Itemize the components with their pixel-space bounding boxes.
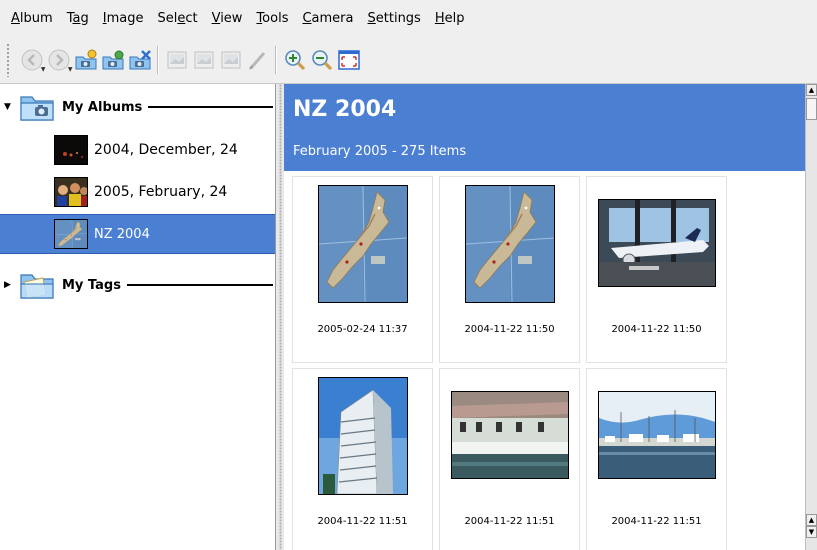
photo-preview	[597, 391, 716, 479]
album-properties-icon[interactable]	[101, 48, 125, 72]
image-thumbnail-item[interactable]: 2004-11-22 11:51	[439, 368, 580, 550]
section-divider	[126, 284, 273, 286]
menu-album[interactable]: Album	[4, 11, 60, 26]
toolbar-grip-handle[interactable]	[6, 42, 10, 77]
album-banner: NZ 2004 February 2005 - 275 Items	[284, 84, 805, 171]
menu-tag[interactable]: Tag	[60, 11, 96, 26]
zoom-in-icon[interactable]	[283, 48, 307, 72]
image-thumbnail-item[interactable]: 2004-11-22 11:51	[586, 368, 727, 550]
toolbar: ▼ ▼	[0, 36, 817, 84]
expand-arrow-icon[interactable]: ▶	[4, 280, 16, 290]
menu-settings[interactable]: Settings	[361, 11, 428, 26]
menubar: Album Tag Image Select View Tools Camera Settin…	[0, 0, 817, 36]
dropdown-arrow-icon[interactable]: ▼	[68, 66, 73, 73]
album-icon-view: NZ 2004 February 2005 - 275 Items 2005-0…	[284, 84, 805, 550]
toolbar-separator	[275, 45, 277, 74]
photo-preview	[317, 185, 408, 303]
zoom-out-icon[interactable]	[310, 48, 334, 72]
menu-select[interactable]: Select	[150, 11, 204, 26]
new-album-icon[interactable]	[74, 48, 98, 72]
photo-preview	[597, 199, 716, 287]
photo-date-caption: 2004-11-22 11:51	[317, 516, 408, 527]
my-tags-label: My Tags	[62, 277, 121, 293]
menu-camera[interactable]: Camera	[295, 11, 360, 26]
scroll-up-arrow-icon[interactable]: ▲	[806, 514, 817, 526]
image-thumbnail-item[interactable]: 2004-11-22 11:50	[439, 176, 580, 363]
view-image-icon[interactable]	[165, 48, 189, 72]
album-tree-panel: ▼ My Albums 2004, December, 24 2005, Febr…	[0, 84, 275, 550]
scrollbar-thumb[interactable]	[806, 98, 817, 120]
photo-preview	[450, 391, 569, 479]
photo-date-caption: 2004-11-22 11:51	[464, 516, 555, 527]
back-icon[interactable]: ▼	[20, 48, 46, 73]
photo-date-caption: 2004-11-22 11:51	[611, 516, 702, 527]
album-item[interactable]: 2004, December, 24	[0, 130, 275, 170]
image-thumbnail-item[interactable]: 2004-11-22 11:50	[586, 176, 727, 363]
comment-icon[interactable]	[246, 48, 270, 72]
image-thumbnail-item[interactable]: 2005-02-24 11:37	[292, 176, 433, 363]
album-label: NZ 2004	[94, 226, 150, 242]
album-thumbnail	[54, 177, 88, 207]
edit-image-icon[interactable]	[192, 48, 216, 72]
album-label: 2005, February, 24	[94, 184, 228, 200]
scroll-up-arrow-icon[interactable]: ▲	[806, 84, 817, 96]
photo-date-caption: 2004-11-22 11:50	[611, 324, 702, 335]
delete-album-icon[interactable]	[128, 48, 152, 72]
dropdown-arrow-icon[interactable]: ▼	[41, 66, 46, 73]
photo-date-caption: 2004-11-22 11:50	[464, 324, 555, 335]
image-thumbnail-item[interactable]: 2004-11-22 11:51	[292, 368, 433, 550]
photo-date-caption: 2005-02-24 11:37	[317, 324, 408, 335]
album-item[interactable]: 2005, February, 24	[0, 172, 275, 212]
section-divider	[148, 106, 273, 108]
pane-splitter[interactable]	[275, 84, 284, 550]
my-tags-section[interactable]: ▶ My Tags	[0, 266, 275, 304]
photo-preview	[317, 377, 408, 495]
toolbar-separator	[157, 45, 159, 74]
delete-image-icon[interactable]	[219, 48, 243, 72]
scroll-down-arrow-icon[interactable]: ▼	[806, 526, 817, 538]
album-subtitle: February 2005 - 275 Items	[293, 144, 467, 159]
menu-image[interactable]: Image	[96, 11, 151, 26]
photo-preview	[464, 185, 555, 303]
menu-tools[interactable]: Tools	[249, 11, 295, 26]
album-label: 2004, December, 24	[94, 142, 238, 158]
vertical-scrollbar[interactable]: ▲ ▲ ▼	[805, 84, 817, 550]
album-item[interactable]: NZ 2004	[0, 214, 275, 254]
my-albums-label: My Albums	[62, 99, 143, 115]
album-title: NZ 2004	[293, 97, 397, 122]
menu-view[interactable]: View	[205, 11, 250, 26]
tags-folder-icon	[18, 265, 56, 305]
my-albums-section[interactable]: ▼ My Albums	[0, 88, 275, 126]
album-thumbnail	[54, 135, 88, 165]
fullscreen-icon[interactable]	[337, 48, 361, 72]
menu-help[interactable]: Help	[428, 11, 472, 26]
album-thumbnail	[54, 219, 88, 249]
albums-folder-icon	[18, 87, 56, 127]
collapse-arrow-icon[interactable]: ▼	[4, 102, 16, 112]
forward-icon[interactable]: ▼	[47, 48, 73, 73]
